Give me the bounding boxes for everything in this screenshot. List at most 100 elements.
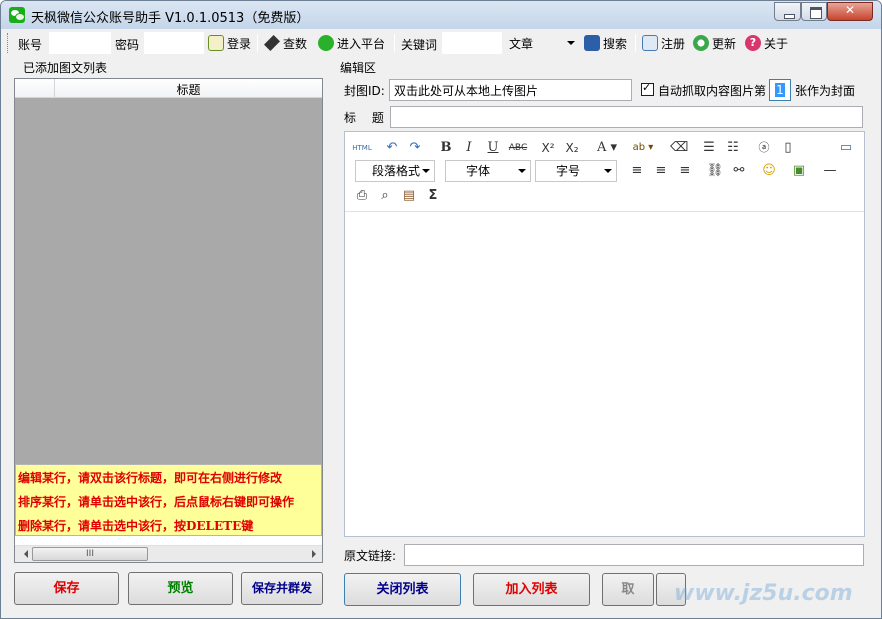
auto-grab-checkbox[interactable]	[641, 81, 654, 96]
cancel-button[interactable]: 取	[602, 573, 654, 606]
close-list-button[interactable]: 关闭列表	[344, 573, 461, 606]
article-list[interactable]: 标题 编辑某行，请双击该行标题，即可在右侧进行修改 排序某行，请单击选中该行，后…	[14, 78, 323, 563]
maximize-button[interactable]	[801, 2, 827, 21]
enter-platform-button[interactable]: 进入平台	[318, 34, 385, 52]
tip-sort: 排序某行，请单击选中该行，后点鼠标右键即可操作	[18, 495, 295, 509]
align-left-icon[interactable]: ≡	[628, 162, 646, 180]
cover-suffix-label: 张作为封面	[795, 84, 856, 98]
login-button[interactable]: 登录	[208, 34, 251, 52]
watermark: www.jz5u.com	[674, 581, 853, 606]
unlink-icon[interactable]: ⚯	[730, 162, 748, 180]
cover-index-input[interactable]: 1	[769, 79, 791, 101]
emoticon-icon[interactable]: ☺	[760, 162, 778, 180]
help-tips: 编辑某行，请双击该行标题，即可在右侧进行修改 排序某行，请单击选中该行，后点鼠标…	[15, 464, 322, 536]
keyword-input[interactable]	[442, 32, 502, 54]
main-toolbar: 账号 密码 登录 查数 进入平台 关键词 文章 搜索 注册 更新 ? 关于	[1, 29, 881, 57]
scroll-thumb[interactable]: III	[32, 547, 148, 561]
horizontal-rule-icon[interactable]: —	[821, 162, 839, 180]
list-group-label: 已添加图文列表	[23, 61, 108, 75]
horizontal-scrollbar[interactable]: III	[15, 545, 322, 562]
source-link-input[interactable]	[404, 544, 864, 566]
list-header-title[interactable]: 标题	[55, 81, 322, 98]
eraser-icon[interactable]: ⌫	[670, 139, 688, 157]
paste-icon[interactable]: ▤	[400, 187, 418, 205]
cover-id-label: 封图ID:	[344, 84, 385, 98]
account-input[interactable]	[49, 32, 111, 54]
superscript-icon[interactable]: X²	[538, 139, 558, 157]
print-icon[interactable]: ⎙	[353, 187, 371, 205]
editor-content[interactable]	[345, 212, 864, 536]
refresh-icon	[693, 35, 709, 51]
title-bar[interactable]: 天枫微信公众账号助手 V1.0.1.0513（免费版）	[1, 1, 881, 29]
underline-icon[interactable]: U	[484, 139, 502, 157]
key-icon	[208, 35, 224, 51]
add-to-list-button[interactable]: 加入列表	[473, 573, 590, 606]
image-icon[interactable]: ▣	[790, 162, 808, 180]
login-label: 登录	[227, 36, 252, 51]
minimize-button[interactable]	[774, 2, 801, 21]
cover-index-value: 1	[775, 83, 785, 97]
type-select[interactable]: 文章	[506, 33, 579, 53]
check-count-button[interactable]: 查数	[264, 34, 307, 52]
formula-icon[interactable]: Σ	[424, 187, 442, 205]
toolbar-separator	[257, 34, 258, 52]
ordered-list-icon[interactable]: ☰	[700, 139, 718, 157]
preview-icon[interactable]: ⌕	[376, 187, 394, 205]
auto-grab-label: 自动抓取内容图片第	[658, 84, 767, 98]
highlight-color-icon[interactable]: ab ▾	[629, 139, 657, 157]
search-button[interactable]: 搜索	[584, 34, 627, 52]
list-body[interactable]	[15, 98, 322, 464]
tip-delete: 删除某行，请单击选中该行，按DELETE键	[18, 519, 254, 533]
scroll-left-arrow-icon[interactable]	[15, 546, 32, 563]
tip-edit: 编辑某行，请双击该行标题，即可在右侧进行修改	[18, 471, 283, 485]
about-button[interactable]: ? 关于	[745, 34, 788, 52]
strikethrough-icon[interactable]: ABC	[507, 139, 529, 157]
italic-icon[interactable]: I	[460, 139, 478, 157]
bold-icon[interactable]: B	[437, 139, 455, 157]
edit-group-label: 编辑区	[340, 61, 377, 75]
title-input[interactable]	[390, 106, 863, 128]
password-input[interactable]	[144, 32, 204, 54]
font-family-select[interactable]: 字体	[445, 160, 531, 182]
close-button[interactable]	[827, 2, 873, 21]
html-source-button[interactable]: HTML	[351, 139, 373, 157]
unordered-list-icon[interactable]: ☷	[724, 139, 742, 157]
list-header: 标题	[15, 79, 322, 98]
toolbar-separator	[635, 34, 636, 52]
wechat-icon	[318, 35, 334, 51]
cover-id-input[interactable]: 双击此处可从本地上传图片	[389, 79, 632, 101]
check-count-label: 查数	[283, 36, 308, 51]
preview-button[interactable]: 预览	[128, 572, 233, 605]
update-button[interactable]: 更新	[693, 34, 736, 52]
paragraph-format-select[interactable]: 段落格式	[355, 160, 435, 182]
list-header-index[interactable]	[15, 79, 55, 98]
page-icon[interactable]: ▯	[779, 139, 797, 157]
fullscreen-icon[interactable]: ▭	[837, 139, 855, 157]
wechat-app-icon	[9, 7, 25, 23]
toolbar-grip[interactable]	[7, 33, 10, 53]
main-window: 天枫微信公众账号助手 V1.0.1.0513（免费版） 账号 密码 登录 查数 …	[0, 0, 882, 619]
keyword-label: 关键词	[401, 38, 438, 52]
anchor-icon[interactable]: ⓐ	[755, 139, 773, 157]
password-label: 密码	[115, 38, 140, 52]
font-color-icon[interactable]: A ▾	[593, 139, 621, 157]
font-size-select[interactable]: 字号	[535, 160, 617, 182]
register-icon	[642, 35, 658, 51]
rich-text-editor[interactable]: HTML ↶ ↷ B I U ABC X² X₂ A ▾ ab ▾ ⌫ ☰ ☷ …	[344, 131, 865, 537]
window-title: 天枫微信公众账号助手 V1.0.1.0513（免费版）	[31, 11, 310, 26]
save-button[interactable]: 保存	[14, 572, 119, 605]
gavel-icon	[264, 35, 280, 51]
editor-toolbar: HTML ↶ ↷ B I U ABC X² X₂ A ▾ ab ▾ ⌫ ☰ ☷ …	[345, 132, 864, 212]
align-right-icon[interactable]: ≡	[676, 162, 694, 180]
toolbar-separator	[394, 34, 395, 52]
scroll-right-arrow-icon[interactable]	[305, 546, 322, 563]
register-button[interactable]: 注册	[642, 34, 685, 52]
redo-icon[interactable]: ↷	[406, 139, 424, 157]
subscript-icon[interactable]: X₂	[562, 139, 582, 157]
undo-icon[interactable]: ↶	[383, 139, 401, 157]
save-and-send-button[interactable]: 保存并群发	[241, 572, 323, 605]
update-label: 更新	[712, 36, 737, 51]
source-link-label: 原文链接:	[344, 549, 397, 563]
align-center-icon[interactable]: ≡	[652, 162, 670, 180]
link-icon[interactable]: ⛓	[706, 162, 724, 180]
